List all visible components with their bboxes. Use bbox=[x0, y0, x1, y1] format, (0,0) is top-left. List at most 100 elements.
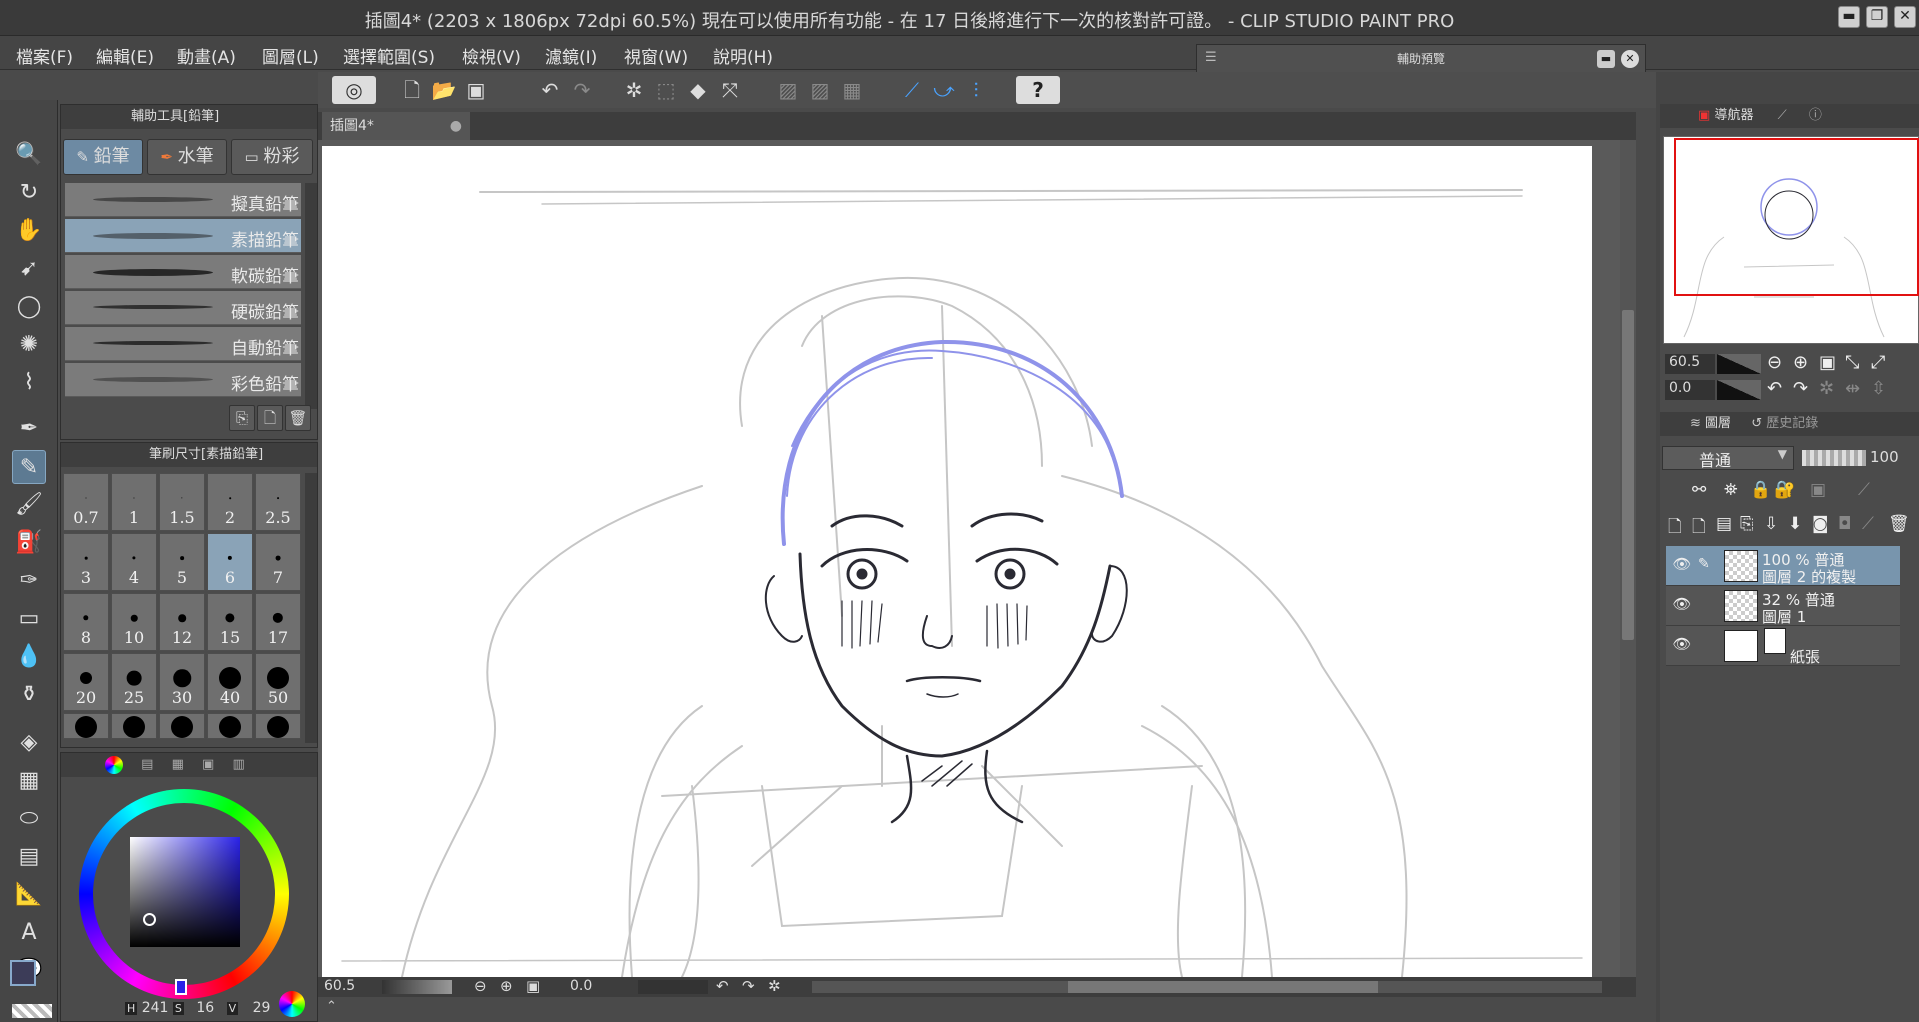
brush-item[interactable]: 擬真鉛筆 bbox=[65, 183, 301, 217]
selection-tool-icon[interactable]: ◯ bbox=[12, 290, 46, 324]
flip-vertical-icon[interactable]: ⇳ bbox=[1871, 378, 1886, 399]
brush-size-cell[interactable]: 5 bbox=[159, 533, 205, 591]
gradient-tool-icon[interactable]: ▦ bbox=[12, 764, 46, 798]
history-tab-icon[interactable]: ↺ bbox=[1751, 416, 1762, 431]
brush-item[interactable]: 彩色鉛筆 bbox=[65, 363, 301, 397]
pen-tool-icon[interactable]: ✒ bbox=[12, 412, 46, 446]
brush-item[interactable]: 自動鉛筆 bbox=[65, 327, 301, 361]
decoration-tool-icon[interactable]: ✑ bbox=[12, 564, 46, 598]
brush-size-cell[interactable]: 50 bbox=[255, 653, 301, 711]
brush-size-cell[interactable]: 4 bbox=[111, 533, 157, 591]
menu-file[interactable]: 檔案(F) bbox=[16, 43, 73, 68]
brush-item[interactable]: 硬碳鉛筆 bbox=[65, 291, 301, 325]
brush-size-scrollbar[interactable] bbox=[305, 473, 317, 743]
menu-filter[interactable]: 濾鏡(I) bbox=[545, 43, 597, 68]
brush-size-cell[interactable]: 7 bbox=[255, 533, 301, 591]
clipping-icon[interactable]: ⚯ bbox=[1692, 480, 1706, 500]
opacity-slider[interactable] bbox=[1802, 450, 1866, 466]
eye-icon[interactable]: 👁 bbox=[1672, 555, 1692, 575]
eye-icon[interactable]: 👁 bbox=[1672, 595, 1692, 615]
opacity-value[interactable]: 100 bbox=[1870, 448, 1899, 466]
brush-size-cell[interactable]: 3 bbox=[63, 533, 109, 591]
brush-size-cell[interactable]: 25 bbox=[111, 653, 157, 711]
brush-size-cell[interactable]: 15 bbox=[207, 593, 253, 651]
sub-tool-tab-pencil[interactable]: ✎ 鉛筆 bbox=[63, 139, 143, 175]
fit-navigator-icon[interactable]: ⤡ bbox=[1845, 352, 1859, 373]
expand-panel-icon[interactable]: ⌃ bbox=[326, 999, 337, 1014]
selection-border-icon[interactable]: ▨ bbox=[806, 76, 834, 104]
navigator-angle-slider[interactable] bbox=[1717, 380, 1761, 400]
menu-layer[interactable]: 圖層(L) bbox=[262, 43, 319, 68]
object-tool-icon[interactable]: ➹ bbox=[12, 252, 46, 286]
brush-size-cell[interactable]: 1 bbox=[111, 473, 157, 531]
saturation-value-square[interactable] bbox=[130, 837, 240, 947]
snap-ruler-icon[interactable]: ⟋ bbox=[898, 76, 926, 104]
zoom-tool-icon[interactable]: 🔍 bbox=[12, 138, 46, 172]
eyedropper-tool-icon[interactable]: ⌇ bbox=[12, 366, 46, 400]
minimize-button[interactable]: ▬ bbox=[1838, 6, 1860, 28]
frame-tool-icon[interactable]: ▤ bbox=[12, 840, 46, 874]
brush-tool-icon[interactable]: 🖌 bbox=[12, 488, 46, 522]
history-tab-label[interactable]: 歷史記錄 bbox=[1766, 416, 1818, 431]
layer-tab-icon[interactable]: ≋ bbox=[1690, 416, 1701, 431]
sub-view-palette[interactable]: 輔助預覽 ☰ ▬ ✕ bbox=[1196, 44, 1646, 74]
fill-tool-icon[interactable]: ⚱ bbox=[12, 678, 46, 712]
delete-layer-icon[interactable]: 🗑 bbox=[1888, 514, 1910, 534]
palette-menu-icon[interactable]: ☰ bbox=[1205, 50, 1217, 65]
clear-icon[interactable]: ✲ bbox=[620, 76, 648, 104]
hue-marker[interactable] bbox=[175, 979, 187, 995]
navigator-zoom-slider[interactable] bbox=[1717, 354, 1761, 374]
canvas-vertical-scrollbar[interactable] bbox=[1620, 140, 1636, 977]
main-color-swatch[interactable] bbox=[10, 960, 36, 986]
menu-window[interactable]: 視窗(W) bbox=[624, 43, 688, 68]
rotate-right-icon[interactable]: ↷ bbox=[1793, 378, 1808, 399]
color-wheel-tab-icon[interactable] bbox=[105, 755, 123, 774]
text-tool-icon[interactable]: A bbox=[12, 916, 46, 950]
zoom-readout[interactable]: 60.5 bbox=[324, 978, 355, 994]
sub-tool-tab-pen[interactable]: ✒ 水筆 bbox=[147, 139, 227, 175]
zoom-slider[interactable] bbox=[382, 980, 452, 994]
fit-window-icon[interactable]: ⤢ bbox=[1871, 352, 1885, 373]
brush-size-cell[interactable]: 0.7 bbox=[63, 473, 109, 531]
copy-subtool-icon[interactable]: ⎘ bbox=[229, 405, 255, 431]
color-slider-tab-icon[interactable]: ▤ bbox=[141, 757, 153, 772]
brush-item[interactable]: 軟碳鉛筆 bbox=[65, 255, 301, 289]
redo-icon[interactable]: ↷ bbox=[568, 76, 596, 104]
brush-size-cell[interactable] bbox=[159, 713, 205, 739]
pencil-tool-icon[interactable]: ✎ bbox=[12, 450, 46, 484]
lock-transparency-icon[interactable]: 🔐 bbox=[1774, 480, 1795, 500]
brush-size-cell[interactable]: 20 bbox=[63, 653, 109, 711]
flip-horizontal-icon[interactable]: ⇹ bbox=[1845, 378, 1860, 399]
save-icon[interactable]: ▣ bbox=[462, 76, 490, 104]
brush-size-cell[interactable]: 40 bbox=[207, 653, 253, 711]
document-tab[interactable]: 插圖4* ● bbox=[322, 112, 470, 140]
rotate-tool-icon[interactable]: ↻ bbox=[12, 176, 46, 210]
brush-size-cell[interactable]: 6 bbox=[207, 533, 253, 591]
transfer-down-icon[interactable]: ⇩ bbox=[1764, 514, 1778, 534]
sub-tool-tab-pastel[interactable]: ▭ 粉彩 bbox=[231, 139, 313, 175]
close-palette-icon[interactable]: ✕ bbox=[1621, 50, 1639, 68]
new-subtool-icon[interactable]: 🗋 bbox=[257, 405, 283, 431]
menu-edit[interactable]: 編輯(E) bbox=[96, 43, 154, 68]
navigator-tab-label[interactable]: 導航器 bbox=[1714, 108, 1753, 123]
brush-size-cell[interactable]: 30 bbox=[159, 653, 205, 711]
menu-view[interactable]: 檢視(V) bbox=[462, 43, 521, 68]
lock-layer-icon[interactable]: 🔒 bbox=[1750, 480, 1771, 500]
delete-subtool-icon[interactable]: 🗑 bbox=[285, 405, 311, 431]
transparent-color-swatch[interactable] bbox=[12, 1004, 52, 1018]
menu-select[interactable]: 選擇範圍(S) bbox=[343, 43, 435, 68]
clip-studio-icon[interactable]: ◎ bbox=[332, 76, 376, 104]
brush-size-cell[interactable]: 1.5 bbox=[159, 473, 205, 531]
color-set-tab-icon[interactable]: ▦ bbox=[172, 757, 184, 772]
drawing-canvas[interactable] bbox=[322, 146, 1592, 977]
main-sub-color-swatch[interactable] bbox=[8, 958, 52, 1022]
ruler-layer-icon[interactable]: ⟋ bbox=[1862, 514, 1874, 534]
navigator-view-frame[interactable] bbox=[1674, 138, 1919, 296]
menu-help[interactable]: 說明(H) bbox=[713, 43, 773, 68]
invert-selection-icon[interactable]: ▦ bbox=[838, 76, 866, 104]
reset-rotate-icon[interactable]: ✲ bbox=[1819, 378, 1834, 399]
rotate-left-icon[interactable]: ↶ bbox=[1767, 378, 1782, 399]
angle-readout[interactable]: 0.0 bbox=[570, 978, 592, 994]
zoom-out-icon[interactable]: ⊖ bbox=[474, 977, 487, 995]
approximate-color-tab-icon[interactable]: ▥ bbox=[232, 757, 244, 772]
